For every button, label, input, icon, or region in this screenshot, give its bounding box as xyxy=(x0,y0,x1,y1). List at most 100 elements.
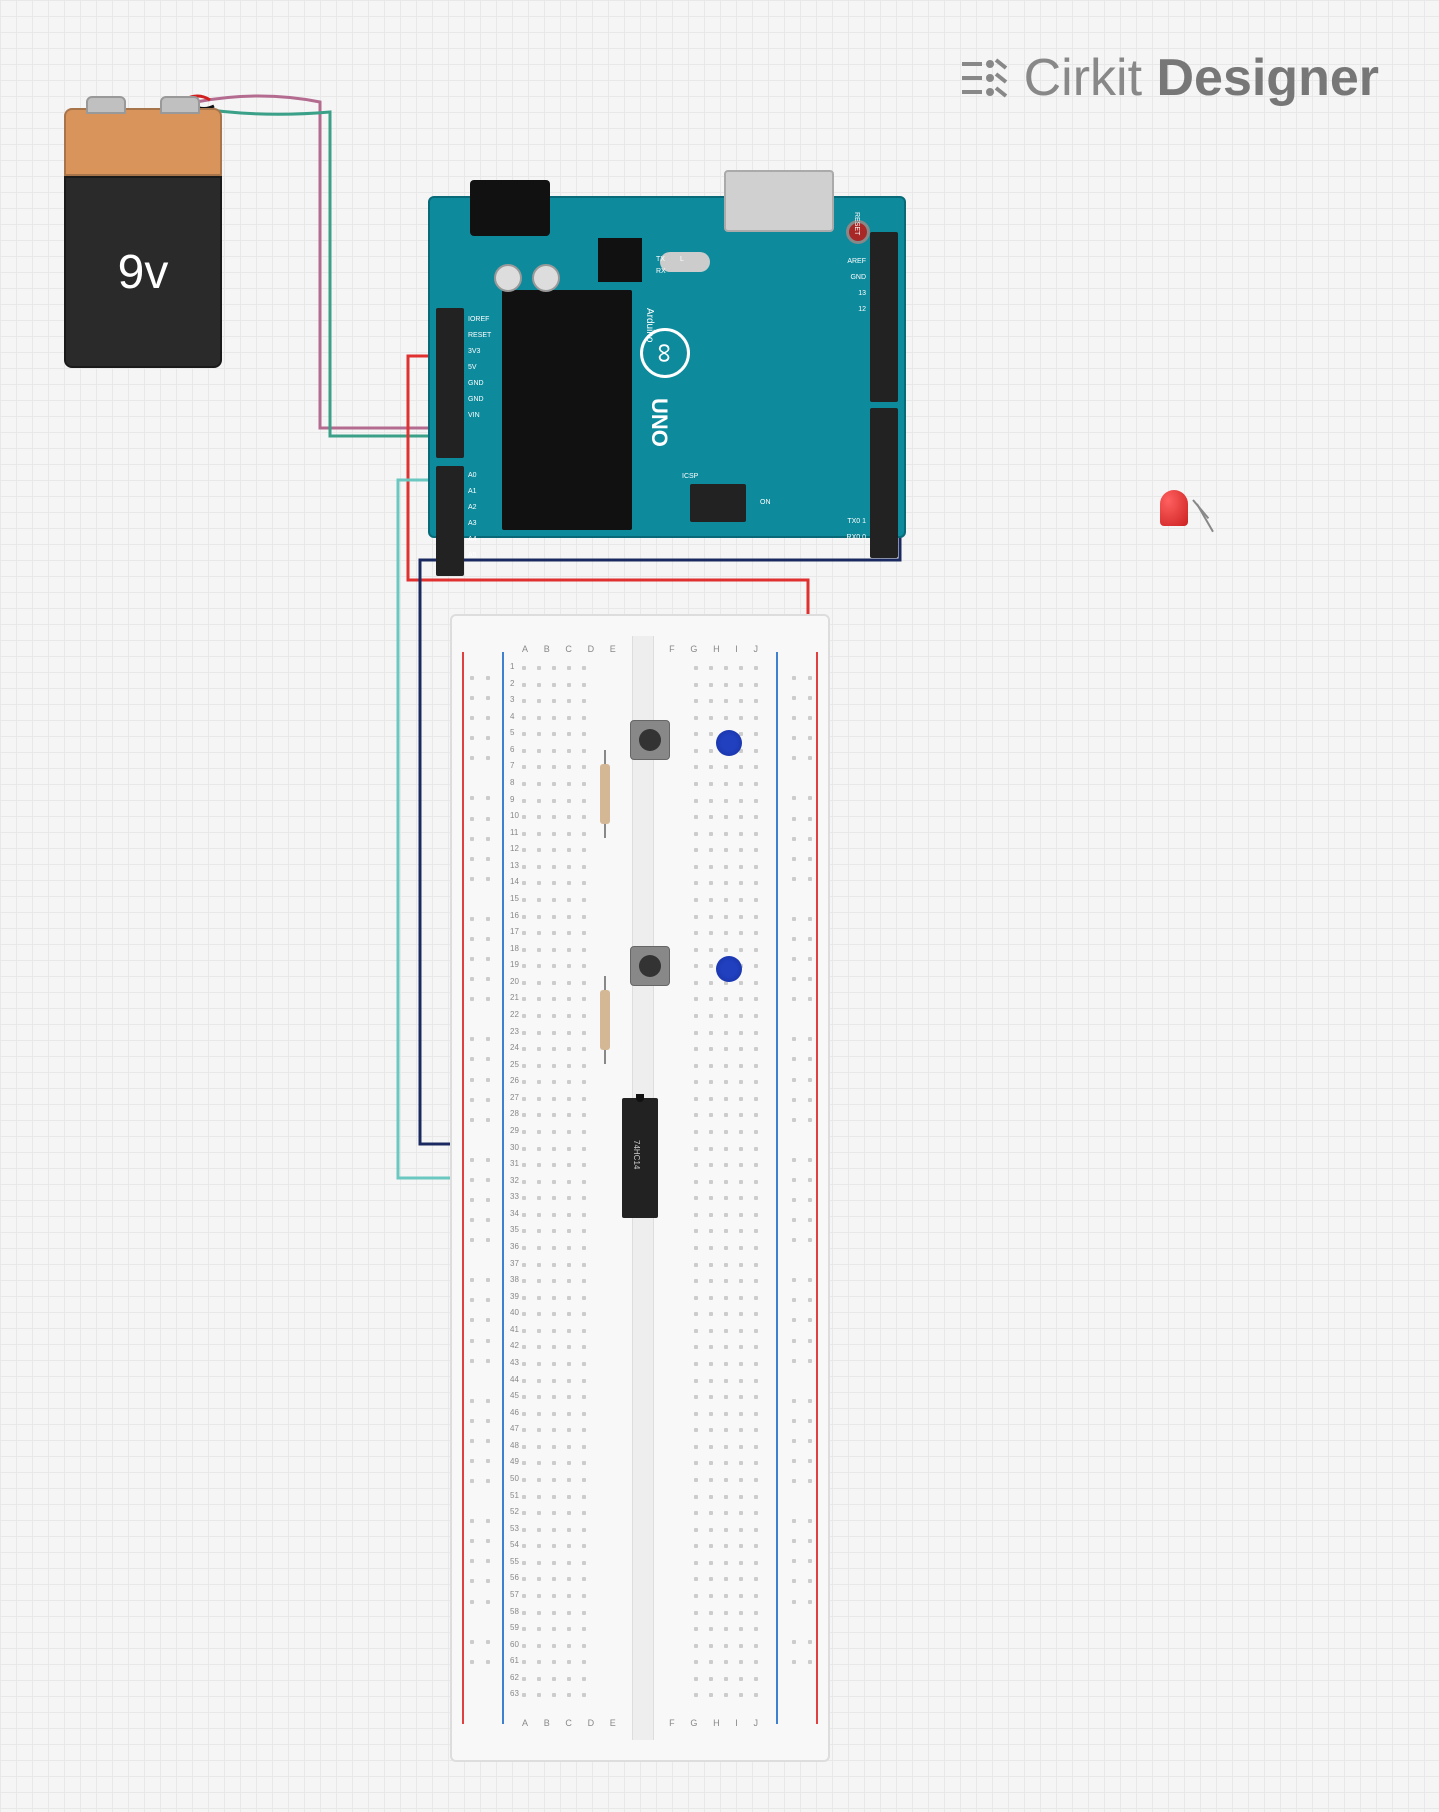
col-label: H xyxy=(713,644,720,658)
arduino-atmega-chip xyxy=(502,290,632,530)
breadboard-row-number: 9 xyxy=(510,795,514,804)
breadboard-right-minus-rail xyxy=(776,652,778,1724)
col-label: E xyxy=(610,1718,616,1732)
arduino-crystal-icon xyxy=(660,252,710,272)
breadboard-row-number: 43 xyxy=(510,1358,519,1367)
breadboard-row-number: 56 xyxy=(510,1573,519,1582)
pin-label: A2 xyxy=(468,504,477,511)
resistor-1[interactable] xyxy=(600,764,610,824)
breadboard-row-number: 12 xyxy=(510,844,519,853)
brand-logo: Cirkit Designer xyxy=(952,48,1379,108)
breadboard-row-number: 25 xyxy=(510,1060,519,1069)
breadboard-row-number: 49 xyxy=(510,1457,519,1466)
led-cathode-leg xyxy=(1196,504,1214,533)
breadboard-row-number: 54 xyxy=(510,1540,519,1549)
breadboard-row-number: 61 xyxy=(510,1656,519,1665)
arduino-digital-header-high[interactable] xyxy=(870,232,898,402)
pin-label: TX0 1 xyxy=(847,518,866,525)
capacitor-1[interactable] xyxy=(716,730,742,756)
breadboard-row-number: 24 xyxy=(510,1043,519,1052)
breadboard-row-number: 15 xyxy=(510,894,519,903)
breadboard-row-number: 7 xyxy=(510,761,514,770)
col-label: B xyxy=(544,1718,550,1732)
resistor-2[interactable] xyxy=(600,990,610,1050)
capacitor-2[interactable] xyxy=(716,956,742,982)
arduino-digital-header-low[interactable] xyxy=(870,408,898,558)
battery-body: 9v xyxy=(64,176,222,368)
breadboard-row-number: 53 xyxy=(510,1524,519,1533)
led-red[interactable] xyxy=(1160,480,1240,540)
breadboard-row-number: 3 xyxy=(510,695,514,704)
col-label: D xyxy=(588,644,595,658)
breadboard-row-number: 10 xyxy=(510,811,519,820)
pin-label: RX0 0 xyxy=(847,534,866,541)
arduino-uno[interactable]: Arduino UNO IOREF RESET 3V3 5V GND GND V… xyxy=(428,196,906,538)
breadboard-row-number: 58 xyxy=(510,1607,519,1616)
reset-silk-label: RESET xyxy=(853,212,860,235)
arduino-usb-chip xyxy=(598,238,642,282)
breadboard-row-number: 40 xyxy=(510,1308,519,1317)
breadboard-row-number: 60 xyxy=(510,1640,519,1649)
breadboard-left-plus-rail xyxy=(462,652,464,1724)
arduino-brand-label: Arduino xyxy=(644,308,655,342)
breadboard-row-number: 1 xyxy=(510,662,514,671)
arduino-icsp-header[interactable] xyxy=(690,484,746,522)
breadboard-row-number: 41 xyxy=(510,1325,519,1334)
pin-label: IOREF xyxy=(468,316,489,323)
breadboard-row-number: 57 xyxy=(510,1590,519,1599)
breadboard-column-labels-bottom: A B C D E F G H I J xyxy=(522,1718,758,1732)
icsp-label: ICSP xyxy=(682,473,698,480)
col-label: D xyxy=(588,1718,595,1732)
battery-voltage-label: 9v xyxy=(118,245,169,300)
pushbutton-1[interactable] xyxy=(630,720,670,760)
on-label: ON xyxy=(760,499,771,506)
brand-text: Cirkit Designer xyxy=(1024,48,1379,108)
breadboard-row-number: 22 xyxy=(510,1010,519,1019)
battery-9v[interactable]: 9v xyxy=(64,108,222,368)
pin-label: A0 xyxy=(468,472,477,479)
col-label: J xyxy=(753,644,758,658)
breadboard-row-number: 13 xyxy=(510,861,519,870)
breadboard-row-number: 45 xyxy=(510,1391,519,1400)
pin-label: A3 xyxy=(468,520,477,527)
arduino-model-label: UNO xyxy=(646,398,672,447)
breadboard-row-number: 21 xyxy=(510,993,519,1002)
breadboard-row-number: 31 xyxy=(510,1159,519,1168)
arduino-usb-port xyxy=(724,170,834,232)
breadboard-right-plus-rail xyxy=(816,652,818,1724)
breadboard-row-number: 27 xyxy=(510,1093,519,1102)
col-label: F xyxy=(669,644,675,658)
breadboard-row-number: 2 xyxy=(510,679,514,688)
breadboard-row-number: 20 xyxy=(510,977,519,986)
ic-label: 74HC14 xyxy=(632,1140,641,1169)
battery-top xyxy=(64,108,222,176)
rx-label: RX xyxy=(656,268,666,275)
breadboard-row-number: 37 xyxy=(510,1259,519,1268)
breadboard-row-number: 18 xyxy=(510,944,519,953)
led-bulb-icon xyxy=(1160,490,1188,526)
breadboard-row-number: 16 xyxy=(510,911,519,920)
breadboard-row-number: 19 xyxy=(510,960,519,969)
breadboard-row-number: 17 xyxy=(510,927,519,936)
pin-label: 5V xyxy=(468,364,477,371)
breadboard-left-minus-rail xyxy=(502,652,504,1724)
breadboard-row-number: 23 xyxy=(510,1027,519,1036)
breadboard-row-number: 29 xyxy=(510,1126,519,1135)
breadboard-row-number: 38 xyxy=(510,1275,519,1284)
breadboard-row-number: 59 xyxy=(510,1623,519,1632)
arduino-power-header[interactable] xyxy=(436,308,464,458)
arduino-analog-header[interactable] xyxy=(436,466,464,576)
breadboard-row-number: 14 xyxy=(510,877,519,886)
col-label: C xyxy=(565,644,572,658)
breadboard-row-number: 63 xyxy=(510,1689,519,1698)
l-label: L xyxy=(680,256,684,263)
pin-label: A4 xyxy=(468,536,477,543)
pushbutton-2[interactable] xyxy=(630,946,670,986)
pin-label: AREF xyxy=(847,258,866,265)
brand-name: Cirkit xyxy=(1024,49,1142,107)
col-label: F xyxy=(669,1718,675,1732)
pin-label: 13 xyxy=(858,290,866,297)
arduino-capacitor-icon xyxy=(494,264,522,292)
col-label: G xyxy=(690,644,697,658)
breadboard-row-number: 26 xyxy=(510,1076,519,1085)
